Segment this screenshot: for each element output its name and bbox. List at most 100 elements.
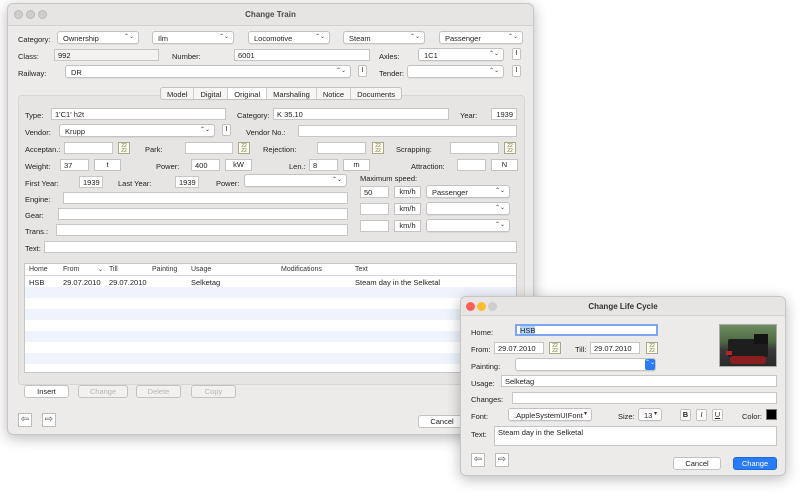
passenger-popup[interactable]: Passenger ⌃⌄ <box>439 31 523 44</box>
rejection-field[interactable] <box>317 142 366 154</box>
ownership-popup[interactable]: Ownership ⌃⌄ <box>57 31 139 44</box>
ilm-popup[interactable]: Ilm ⌃⌄ <box>152 31 234 44</box>
speed1-field[interactable]: 50 <box>360 186 389 198</box>
tab-documents[interactable]: Documents <box>351 88 401 99</box>
orig-category-field[interactable]: K 35.10 <box>273 108 449 120</box>
power-unit: kW <box>225 159 252 171</box>
table-row[interactable]: HSB 29.07.2010 29.07.2010 Selketag Steam… <box>25 276 516 287</box>
axles-info-button[interactable]: I <box>512 48 521 60</box>
till-field[interactable]: 29.07.2010 <box>590 342 640 354</box>
steam-popup[interactable]: Steam ⌃⌄ <box>343 31 425 44</box>
speed3-unit: km/h <box>394 220 421 232</box>
class-field[interactable]: 992 <box>54 49 159 61</box>
size-popup[interactable]: 13 ▾ <box>638 408 662 421</box>
speed3-kind-popup[interactable]: ⌃⌄ <box>426 219 510 232</box>
tender-info-button[interactable]: I <box>512 65 521 77</box>
col-header-modifications[interactable]: Modifications <box>281 266 322 273</box>
engine-field[interactable] <box>63 192 348 204</box>
tab-notice[interactable]: Notice <box>317 88 352 99</box>
tab-marshaling[interactable]: Marshaling <box>267 88 317 99</box>
dialog-cancel-button[interactable]: Cancel <box>673 457 721 470</box>
col-header-home[interactable]: Home <box>29 266 48 273</box>
from-calendar-icon[interactable]: 22 22 <box>549 342 561 354</box>
tab-bar: Model Digital Original Marshaling Notice… <box>160 87 403 100</box>
type-field[interactable]: 1'C1' h2t <box>51 108 226 120</box>
combo-value: DR <box>71 68 82 77</box>
from-field[interactable]: 29.07.2010 <box>494 342 544 354</box>
rejection-label: Rejection: <box>263 145 297 154</box>
italic-button[interactable]: I <box>696 409 707 421</box>
park-calendar-icon[interactable]: 22 22 <box>238 142 250 154</box>
rejection-calendar-icon[interactable]: 22 22 <box>372 142 384 154</box>
previous-arrow-icon[interactable]: ⇦ <box>471 453 485 467</box>
gear-field[interactable] <box>58 208 348 220</box>
text-field[interactable] <box>44 241 517 253</box>
power2-combo[interactable]: ⌃⌄ <box>244 174 347 187</box>
last-year-field[interactable]: 1939 <box>175 176 199 188</box>
power-field[interactable]: 400 <box>191 159 220 171</box>
till-calendar-icon[interactable]: 22 22 <box>646 342 658 354</box>
delete-button[interactable]: Delete <box>136 385 181 398</box>
cancel-button[interactable]: Cancel <box>418 415 466 428</box>
weight-field[interactable]: 37 <box>60 159 89 171</box>
empty-row <box>25 342 516 353</box>
dialog-text-field[interactable]: Steam day in the Selketal <box>494 426 777 446</box>
attraction-field[interactable] <box>457 159 486 171</box>
acceptance-calendar-icon[interactable]: 22 22 <box>118 142 130 154</box>
speed1-kind-popup[interactable]: Passenger ⌃⌄ <box>426 185 510 198</box>
len-field[interactable]: 8 <box>309 159 338 171</box>
trans-field[interactable] <box>56 224 348 236</box>
loco-cab <box>754 334 768 344</box>
axles-combo[interactable]: 1C1 ⌃⌄ <box>418 48 504 61</box>
cell-usage: Selketag <box>191 278 221 287</box>
painting-popup[interactable]: ⌃⌄ <box>515 358 656 371</box>
col-header-from[interactable]: From <box>63 266 79 273</box>
speed2-kind-popup[interactable]: ⌃⌄ <box>426 202 510 215</box>
tab-digital[interactable]: Digital <box>194 88 229 99</box>
park-field[interactable] <box>185 142 233 154</box>
vendor-no-field[interactable] <box>298 125 517 137</box>
chevron-updown-icon: ⌃⌄ <box>494 205 505 211</box>
col-header-text[interactable]: Text <box>355 266 368 273</box>
col-header-till[interactable]: Till <box>109 266 118 273</box>
life-cycle-table[interactable]: Home From ⌄ Till Painting Usage Modifica… <box>24 263 517 373</box>
locomotive-popup[interactable]: Locomotive ⌃⌄ <box>248 31 330 44</box>
weight-unit: t <box>94 159 121 171</box>
underline-button[interactable]: U <box>712 409 723 421</box>
speed3-field[interactable] <box>360 220 389 232</box>
scrapping-calendar-icon[interactable]: 22 22 <box>504 142 516 154</box>
insert-button[interactable]: Insert <box>24 385 69 398</box>
tender-combo[interactable]: ⌃⌄ <box>407 65 504 78</box>
changes-field[interactable] <box>512 392 777 404</box>
font-popup[interactable]: .AppleSystemUIFont ▾ <box>508 408 592 421</box>
empty-row <box>25 287 516 298</box>
railway-combo[interactable]: DR ⌃⌄ <box>65 65 351 78</box>
railway-info-button[interactable]: I <box>358 65 367 77</box>
previous-arrow-icon[interactable]: ⇦ <box>18 413 32 427</box>
tab-original[interactable]: Original <box>228 88 268 99</box>
next-arrow-icon[interactable]: ⇨ <box>495 453 509 467</box>
year-field[interactable]: 1939 <box>491 108 517 120</box>
usage-label: Usage: <box>471 379 495 388</box>
color-well[interactable] <box>766 409 777 420</box>
change-train-window: Change Train Category: Ownership ⌃⌄ Ilm ⌃⌄… <box>7 3 534 435</box>
number-field[interactable]: 6001 <box>234 49 370 61</box>
dialog-change-button[interactable]: Change <box>733 457 777 470</box>
home-field[interactable]: HSB <box>515 324 658 336</box>
acceptance-field[interactable] <box>64 142 113 154</box>
bold-button[interactable]: B <box>680 409 691 421</box>
next-arrow-icon[interactable]: ⇨ <box>42 413 56 427</box>
vendor-combo[interactable]: Krupp ⌃⌄ <box>59 124 215 137</box>
popup-value: Passenger <box>432 188 468 197</box>
vendor-info-button[interactable]: I <box>222 124 231 136</box>
tab-model[interactable]: Model <box>161 88 195 99</box>
col-header-painting[interactable]: Painting <box>152 266 177 273</box>
copy-button[interactable]: Copy <box>191 385 236 398</box>
change-button[interactable]: Change <box>78 385 128 398</box>
scrapping-field[interactable] <box>450 142 499 154</box>
first-year-field[interactable]: 1939 <box>79 176 103 188</box>
speed2-field[interactable] <box>360 203 389 215</box>
usage-field[interactable]: Selketag <box>501 375 777 387</box>
attraction-unit: N <box>491 159 518 171</box>
col-header-usage[interactable]: Usage <box>191 266 211 273</box>
